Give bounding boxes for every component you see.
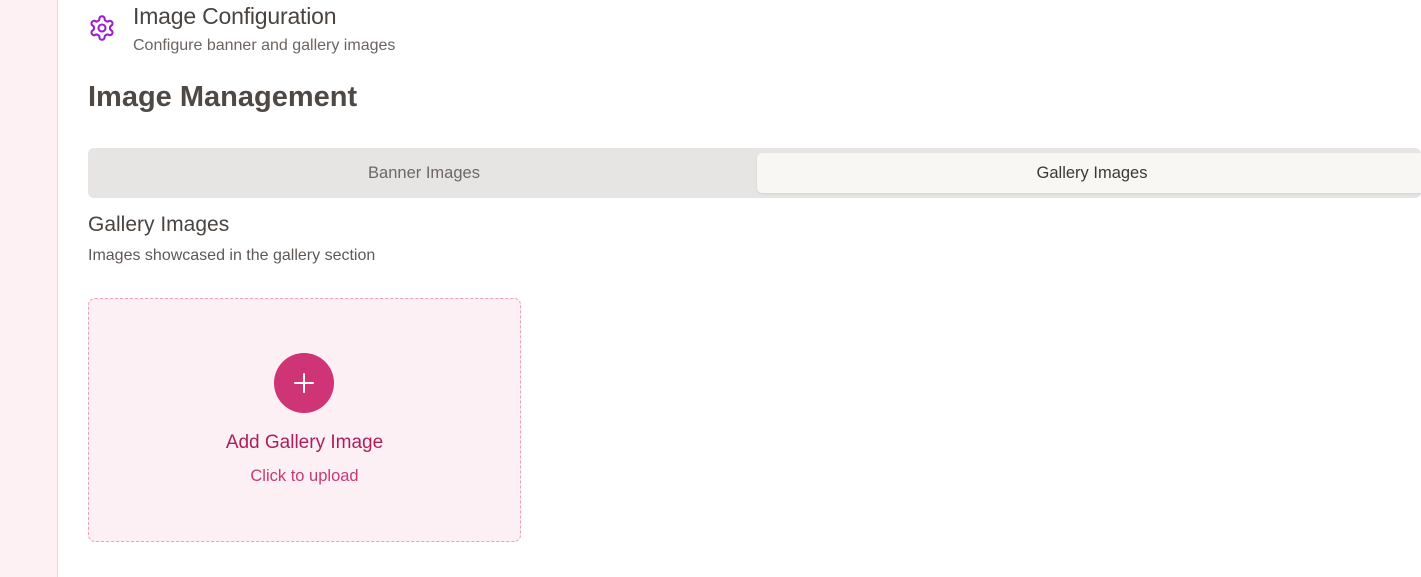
- plus-icon: [294, 373, 314, 393]
- page: Image Configuration Configure banner and…: [0, 0, 1421, 577]
- gallery-section-description: Images showcased in the gallery section: [88, 247, 376, 264]
- add-gallery-image-label: Add Gallery Image: [225, 432, 384, 453]
- page-title: Image Management: [88, 81, 358, 113]
- image-tabs: Banner Images Gallery Images: [88, 148, 1421, 198]
- tab-gallery-images[interactable]: Gallery Images: [757, 153, 1421, 193]
- add-gallery-image-dropzone[interactable]: Add Gallery Image Click to upload: [88, 298, 521, 542]
- tab-banner-images[interactable]: Banner Images: [92, 153, 756, 193]
- add-image-button[interactable]: [274, 353, 334, 413]
- upload-hint: Click to upload: [250, 467, 359, 485]
- section-subtitle: Configure banner and gallery images: [133, 37, 396, 54]
- gallery-section-title: Gallery Images: [88, 213, 230, 236]
- left-sidebar-rail: [0, 0, 58, 577]
- main-content: Image Configuration Configure banner and…: [58, 0, 1421, 577]
- gear-icon: [88, 14, 116, 42]
- section-title: Image Configuration: [133, 3, 337, 29]
